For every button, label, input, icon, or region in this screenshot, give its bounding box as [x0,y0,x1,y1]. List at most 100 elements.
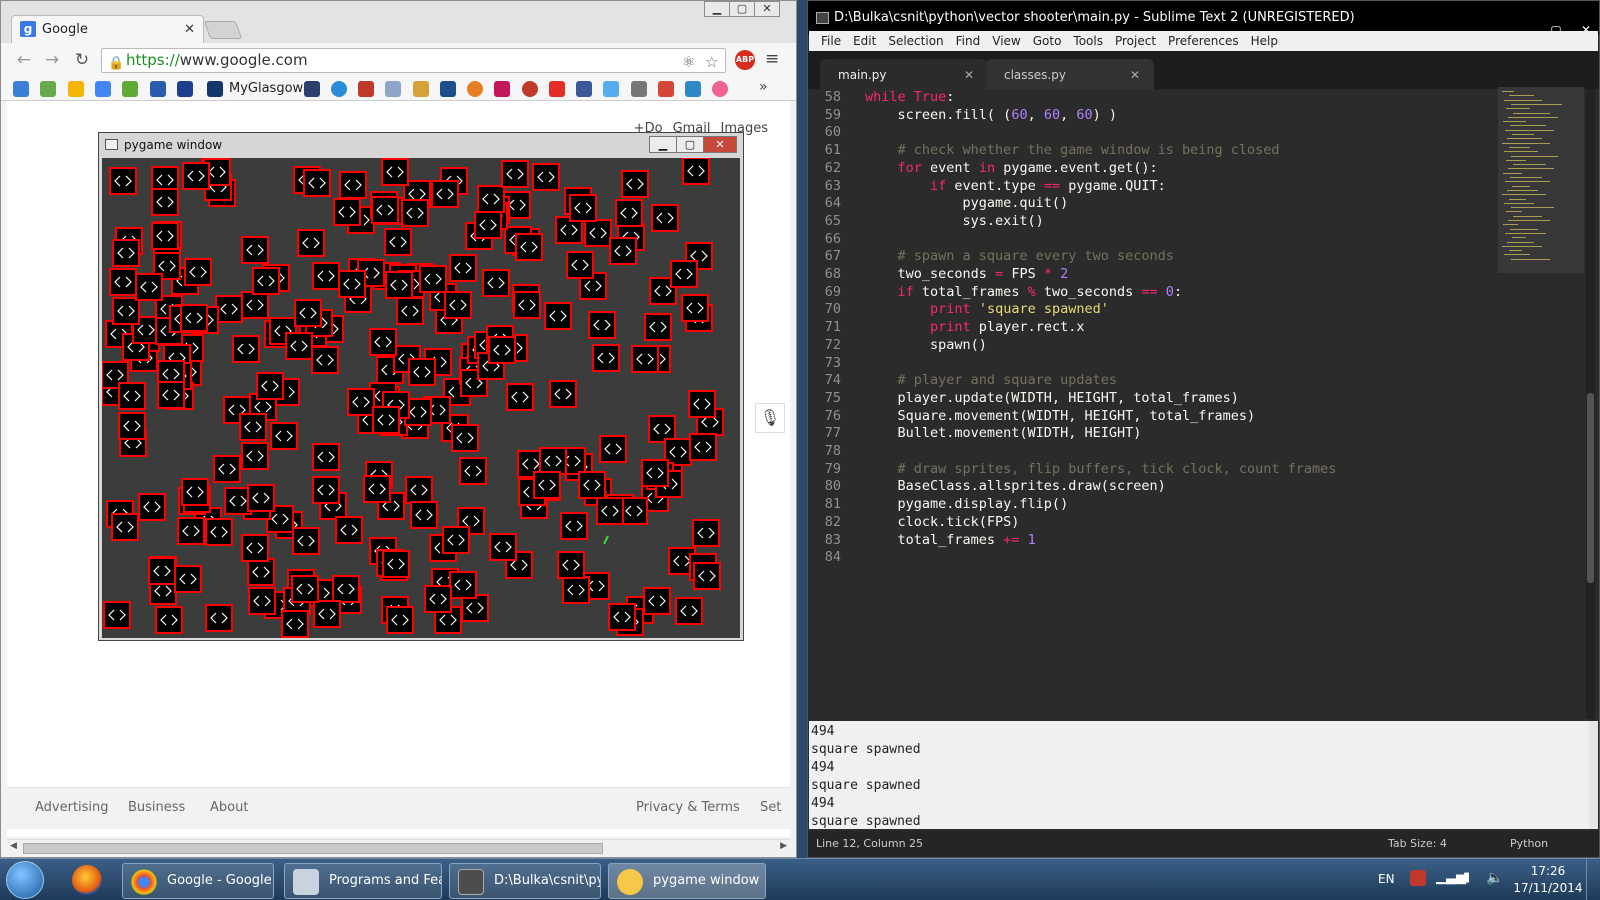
maximize-icon[interactable]: ▢ [676,136,704,153]
code-line[interactable]: 71 print player.rect.x [808,319,1488,337]
clock-time[interactable]: 17:26 [1518,864,1578,878]
task-sublime[interactable]: D:\Bulka\csnit\py... [449,863,601,899]
clock-date[interactable]: 17/11/2014 [1510,881,1586,895]
bookmark-sheet-icon[interactable] [122,81,138,97]
close-icon[interactable]: ✕ [754,1,780,17]
bookmarks-overflow-icon[interactable]: » [759,79,768,95]
bookmark-trend-icon[interactable] [631,81,647,97]
sublime-titlebar[interactable]: D:\Bulka\csnit\python\vector shooter\mai… [808,1,1599,37]
tab-main-py[interactable]: main.py ✕ [820,59,988,89]
network-icon[interactable]: ▁▃▅ [1436,870,1466,885]
game-canvas[interactable] [102,158,740,638]
menu-selection[interactable]: Selection [882,31,949,51]
code-line[interactable]: 80 BaseClass.allsprites.draw(screen) [808,478,1488,496]
code-line[interactable]: 67 # spawn a square every two seconds [808,248,1488,266]
bookmark-pink-icon[interactable] [712,81,728,97]
about-link[interactable]: About [210,800,248,815]
start-button-icon[interactable] [6,861,44,899]
firefox-icon[interactable] [72,865,102,895]
minimap[interactable] [1498,87,1584,273]
editor-scrollbar[interactable] [1586,89,1595,719]
menu-help[interactable]: Help [1245,31,1284,51]
bookmark-shop-icon[interactable] [440,81,456,97]
reload-icon[interactable]: ↻ [71,49,93,71]
code-line[interactable]: 78 [808,443,1488,461]
close-tab-icon[interactable]: ✕ [184,22,195,37]
bookmark-gmail-icon[interactable] [658,81,674,97]
pygame-titlebar[interactable]: pygame window ▁ ▢ ✕ [99,133,743,157]
menu-tools[interactable]: Tools [1067,31,1109,51]
code-line[interactable]: 64 pygame.quit() [808,195,1488,213]
code-line[interactable]: 65 sys.exit() [808,213,1488,231]
bookmark-hands-icon[interactable] [413,81,429,97]
code-line[interactable]: 59 screen.fill( (60, 60, 60) ) [808,107,1488,125]
bookmark-myglasgow-icon[interactable] [207,81,223,97]
menu-preferences[interactable]: Preferences [1162,31,1245,51]
code-editor[interactable]: 58 while True: 59 screen.fill( (60, 60, 60… [808,89,1599,719]
bookmark-wordpress-icon[interactable] [331,81,347,97]
code-line[interactable]: 72 spawn() [808,337,1488,355]
advertising-link[interactable]: Advertising [35,800,109,815]
code-line[interactable]: 63 if event.type == pygame.QUIT: [808,178,1488,196]
code-line[interactable]: 79 # draw sprites, flip buffers, tick cl… [808,461,1488,479]
address-bar[interactable]: 🔒 https://www.google.com ⚛ ☆ [101,48,726,73]
menu-view[interactable]: View [986,31,1026,51]
tab-classes-py[interactable]: classes.py ✕ [986,59,1154,89]
back-arrow-icon[interactable]: ← [13,49,35,71]
bookmark-people-icon[interactable] [40,81,56,97]
bookmark-orb-icon[interactable] [467,81,483,97]
close-tab-icon[interactable]: ✕ [964,68,974,82]
bookmark-wa-icon[interactable] [358,81,374,97]
bookmark-drive-icon[interactable] [68,81,84,97]
task-chrome[interactable]: Google - Google ... [122,863,274,899]
minimize-icon[interactable]: ▁ [704,1,730,17]
bookmark-facebook-icon[interactable] [576,81,592,97]
antivirus-tray-icon[interactable] [1410,870,1426,886]
business-link[interactable]: Business [128,800,185,815]
bookmark-mail-icon[interactable] [685,81,701,97]
bookmark-star-icon[interactable]: ☆ [705,51,718,74]
code-line[interactable]: 70 print 'square spawned' [808,301,1488,319]
code-line[interactable]: 69 if total_frames % two_seconds == 0: [808,284,1488,302]
scrollbar-thumb[interactable] [23,843,603,854]
show-desktop-button[interactable] [1586,859,1600,900]
bookmark-uni-icon[interactable] [304,81,320,97]
bookmark-flickr-icon[interactable] [150,81,166,97]
chrome-menu-icon[interactable]: ≡ [765,49,779,69]
bookmark-calc-icon[interactable] [385,81,401,97]
horizontal-scrollbar[interactable]: ◀ ▶ [7,839,790,855]
code-line[interactable]: 84 [808,549,1488,567]
privacy-terms-link[interactable]: Privacy & Terms [636,800,740,815]
menu-file[interactable]: File [815,31,847,51]
menu-edit[interactable]: Edit [847,31,882,51]
build-output-console[interactable]: 494 square spawned 494 square spawned 494 squ… [809,721,1589,829]
tab-size-indicator[interactable]: Tab Size: 4 [1388,831,1447,857]
syntax-indicator[interactable]: Python [1510,831,1548,857]
bookmark-myglasgow-label[interactable]: MyGlasgow [229,81,303,96]
code-line[interactable]: 76 Square.movement(WIDTH, HEIGHT, total_… [808,408,1488,426]
code-line[interactable]: 74 # player and square updates [808,372,1488,390]
settings-link[interactable]: Set [760,800,781,815]
code-line[interactable]: 75 player.update(WIDTH, HEIGHT, total_fr… [808,390,1488,408]
bookmark-spiral-icon[interactable] [522,81,538,97]
code-line[interactable]: 68 two_seconds = FPS * 2 [808,266,1488,284]
task-programs-features[interactable]: Programs and Fea... [284,863,442,899]
scroll-right-icon[interactable]: ▶ [780,841,787,851]
maximize-icon[interactable]: ▢ [729,1,755,17]
chrome-tab-google[interactable]: g Google ✕ [11,15,204,43]
bookmark-twitter-icon[interactable] [603,81,619,97]
bookmark-youtube-icon[interactable] [549,81,565,97]
menu-goto[interactable]: Goto [1027,31,1068,51]
bookmark-play-icon[interactable] [494,81,510,97]
code-line[interactable]: 73 [808,355,1488,373]
bookmark-calendar-icon[interactable] [95,81,111,97]
menu-find[interactable]: Find [950,31,987,51]
close-icon[interactable]: ✕ [703,136,737,153]
menu-project[interactable]: Project [1109,31,1162,51]
code-line[interactable]: 62 for event in pygame.event.get(): [808,160,1488,178]
code-line[interactable]: 77 Bullet.movement(WIDTH, HEIGHT) [808,425,1488,443]
code-line[interactable]: 60 [808,124,1488,142]
code-line[interactable]: 61 # check whether the game window is be… [808,142,1488,160]
new-tab-button[interactable] [203,21,243,39]
translate-icon[interactable]: ⚛ [682,51,695,74]
